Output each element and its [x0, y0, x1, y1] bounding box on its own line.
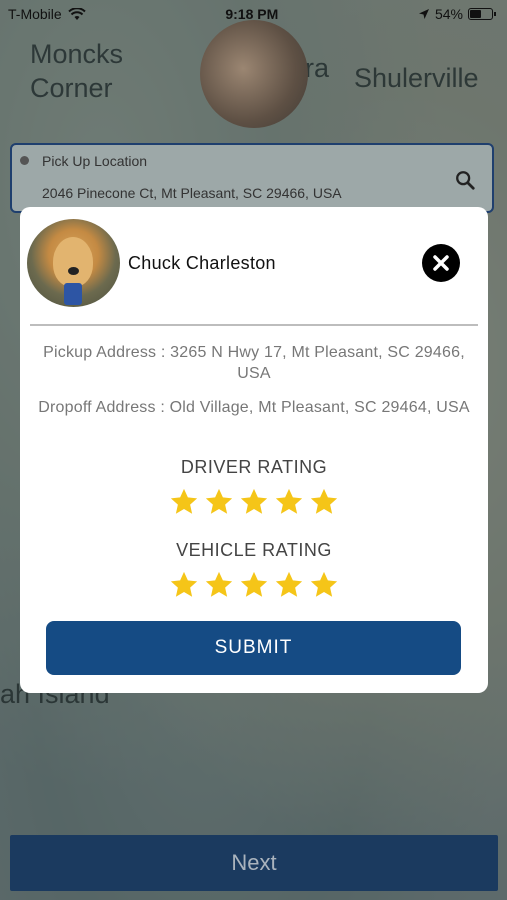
star-icon[interactable] [239, 487, 269, 517]
dropoff-address: Dropoff Address : Old Village, Mt Pleasa… [38, 399, 470, 416]
vehicle-rating-title: VEHICLE RATING [176, 540, 332, 560]
status-time: 9:18 PM [225, 6, 279, 22]
status-bar: T-Mobile 9:18 PM 54% [0, 0, 507, 28]
search-icon[interactable] [454, 169, 476, 191]
next-button[interactable]: Next [10, 835, 498, 891]
location-dot-icon [20, 156, 29, 165]
location-arrow-icon [418, 9, 429, 19]
pickup-location-label: Pick Up Location [42, 153, 148, 169]
star-icon[interactable] [204, 487, 234, 517]
driver-rating-stars[interactable] [20, 487, 488, 517]
star-icon[interactable] [309, 570, 339, 600]
battery-percent: 54% [434, 6, 463, 22]
submit-button[interactable]: SUBMIT [46, 621, 461, 675]
close-button[interactable] [422, 244, 460, 282]
battery-icon [467, 8, 496, 20]
star-icon[interactable] [169, 487, 199, 517]
star-icon[interactable] [309, 487, 339, 517]
pickup-location-value: 2046 Pinecone Ct, Mt Pleasant, SC 29466,… [42, 185, 342, 201]
carrier-name: T-Mobile [8, 6, 62, 22]
wifi-icon [67, 7, 86, 20]
user-avatar[interactable] [200, 20, 308, 128]
star-icon[interactable] [274, 487, 304, 517]
star-icon[interactable] [274, 570, 304, 600]
rating-modal: Chuck Charleston Pickup Address : 3265 N… [20, 207, 488, 693]
driver-avatar [27, 219, 120, 307]
vehicle-rating-stars[interactable] [20, 570, 488, 600]
driver-rating-title: DRIVER RATING [180, 457, 328, 477]
modal-divider [30, 324, 478, 326]
driver-name: Chuck Charleston [128, 253, 276, 273]
star-icon[interactable] [239, 570, 269, 600]
close-icon [433, 255, 449, 271]
pickup-address: Pickup Address : 3265 N Hwy 17, Mt Pleas… [43, 344, 465, 382]
star-icon[interactable] [204, 570, 234, 600]
star-icon[interactable] [169, 570, 199, 600]
pickup-location-field[interactable]: Pick Up Location 2046 Pinecone Ct, Mt Pl… [10, 143, 494, 213]
